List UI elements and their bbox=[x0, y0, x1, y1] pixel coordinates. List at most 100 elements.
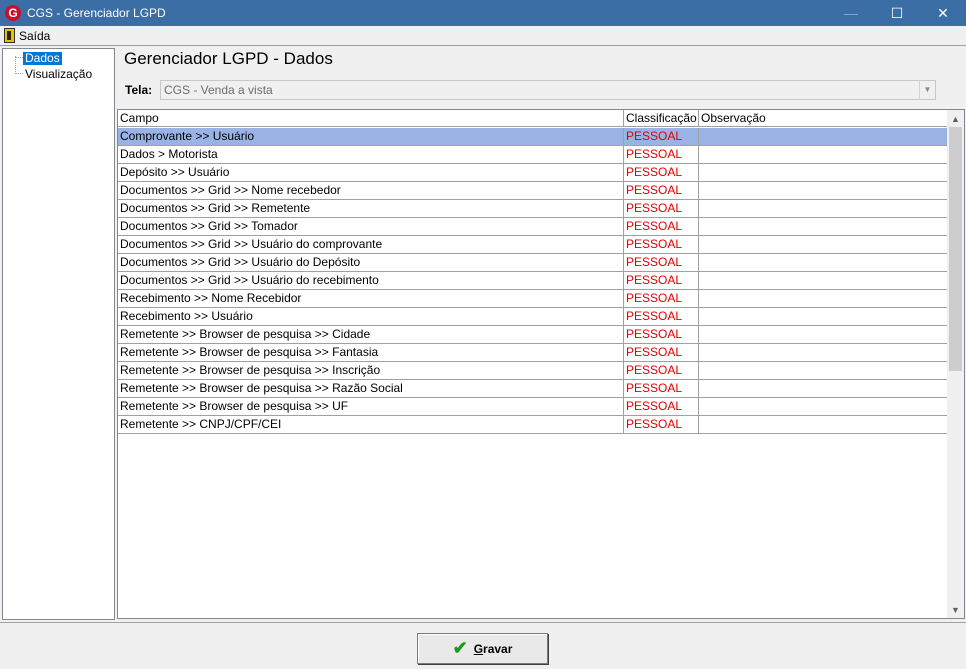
table-row[interactable]: Documentos >> Grid >> Remetente PESSOAL bbox=[118, 200, 948, 218]
cell-campo[interactable]: Recebimento >> Usuário bbox=[118, 308, 624, 325]
cell-observacao[interactable] bbox=[699, 182, 948, 199]
cell-classificacao[interactable]: PESSOAL bbox=[624, 200, 699, 217]
cell-campo[interactable]: Documentos >> Grid >> Nome recebedor bbox=[118, 182, 624, 199]
table-row[interactable]: Comprovante >> Usuário PESSOAL bbox=[118, 128, 948, 146]
cell-observacao[interactable] bbox=[699, 326, 948, 343]
column-header-campo[interactable]: Campo bbox=[118, 110, 624, 127]
maximize-button[interactable]: ☐ bbox=[874, 0, 920, 26]
content-panel: Gerenciador LGPD - Dados Tela: CGS - Ven… bbox=[117, 46, 966, 622]
page-title: Gerenciador LGPD - Dados bbox=[124, 49, 333, 68]
data-grid: Campo Classificação Observação Comprovan… bbox=[117, 109, 965, 619]
cell-observacao[interactable] bbox=[699, 254, 948, 271]
table-row[interactable]: Dados > Motorista PESSOAL bbox=[118, 146, 948, 164]
table-row[interactable]: Remetente >> Browser de pesquisa >> Fant… bbox=[118, 344, 948, 362]
cell-observacao[interactable] bbox=[699, 308, 948, 325]
cell-campo[interactable]: Recebimento >> Nome Recebidor bbox=[118, 290, 624, 307]
cell-observacao[interactable] bbox=[699, 128, 948, 145]
chevron-down-icon[interactable]: ▼ bbox=[919, 81, 935, 99]
cell-observacao[interactable] bbox=[699, 272, 948, 289]
navigation-tree: Dados Visualização bbox=[2, 48, 115, 620]
window-title: CGS - Gerenciador LGPD bbox=[27, 6, 166, 20]
cell-campo[interactable]: Remetente >> Browser de pesquisa >> Insc… bbox=[118, 362, 624, 379]
cell-campo[interactable]: Documentos >> Grid >> Remetente bbox=[118, 200, 624, 217]
table-row[interactable]: Recebimento >> Nome Recebidor PESSOAL bbox=[118, 290, 948, 308]
cell-classificacao[interactable]: PESSOAL bbox=[624, 128, 699, 145]
cell-campo[interactable]: Remetente >> Browser de pesquisa >> Fant… bbox=[118, 344, 624, 361]
cell-classificacao[interactable]: PESSOAL bbox=[624, 236, 699, 253]
table-row[interactable]: Documentos >> Grid >> Nome recebedor PESS… bbox=[118, 182, 948, 200]
app-logo-icon: G bbox=[5, 5, 21, 21]
scroll-down-icon[interactable]: ▼ bbox=[947, 601, 964, 618]
minimize-button[interactable]: — bbox=[828, 0, 874, 26]
vertical-scrollbar[interactable]: ▲ ▼ bbox=[947, 110, 964, 618]
cell-classificacao[interactable]: PESSOAL bbox=[624, 344, 699, 361]
scroll-up-icon[interactable]: ▲ bbox=[947, 110, 964, 127]
main-area: Dados Visualização Gerenciador LGPD - Da… bbox=[0, 45, 966, 669]
tree-connector bbox=[15, 56, 16, 72]
cell-observacao[interactable] bbox=[699, 416, 948, 433]
table-row[interactable]: Documentos >> Grid >> Usuário do recebim… bbox=[118, 272, 948, 290]
cell-campo[interactable]: Depósito >> Usuário bbox=[118, 164, 624, 181]
save-button[interactable]: ✔ Gravar bbox=[417, 633, 548, 664]
column-header-classificacao[interactable]: Classificação bbox=[624, 110, 699, 127]
table-row[interactable]: Depósito >> Usuário PESSOAL bbox=[118, 164, 948, 182]
cell-campo[interactable]: Dados > Motorista bbox=[118, 146, 624, 163]
tree-item-label: Visualização bbox=[25, 66, 93, 81]
scroll-thumb[interactable] bbox=[949, 127, 962, 371]
cell-classificacao[interactable]: PESSOAL bbox=[624, 308, 699, 325]
tela-label: Tela: bbox=[125, 83, 153, 97]
cell-campo[interactable]: Documentos >> Grid >> Usuário do Depósit… bbox=[118, 254, 624, 271]
tree-item-visualizacao[interactable]: Visualização bbox=[23, 67, 94, 81]
cell-observacao[interactable] bbox=[699, 218, 948, 235]
cell-classificacao[interactable]: PESSOAL bbox=[624, 164, 699, 181]
table-row[interactable]: Remetente >> Browser de pesquisa >> Cida… bbox=[118, 326, 948, 344]
cell-classificacao[interactable]: PESSOAL bbox=[624, 146, 699, 163]
cell-classificacao[interactable]: PESSOAL bbox=[624, 290, 699, 307]
cell-observacao[interactable] bbox=[699, 380, 948, 397]
cell-observacao[interactable] bbox=[699, 164, 948, 181]
tree-connector bbox=[15, 57, 23, 58]
cell-observacao[interactable] bbox=[699, 362, 948, 379]
table-row[interactable]: Documentos >> Grid >> Usuário do Depósit… bbox=[118, 254, 948, 272]
cell-classificacao[interactable]: PESSOAL bbox=[624, 182, 699, 199]
cell-campo[interactable]: Remetente >> Browser de pesquisa >> Razã… bbox=[118, 380, 624, 397]
cell-classificacao[interactable]: PESSOAL bbox=[624, 272, 699, 289]
table-row[interactable]: Remetente >> Browser de pesquisa >> Insc… bbox=[118, 362, 948, 380]
cell-observacao[interactable] bbox=[699, 146, 948, 163]
close-button[interactable]: ✕ bbox=[920, 0, 966, 26]
cell-observacao[interactable] bbox=[699, 236, 948, 253]
menu-exit[interactable]: Saída bbox=[0, 26, 54, 45]
menu-exit-label: Saída bbox=[19, 28, 51, 43]
cell-observacao[interactable] bbox=[699, 290, 948, 307]
tree-item-dados[interactable]: Dados bbox=[23, 51, 62, 65]
table-row[interactable]: Documentos >> Grid >> Usuário do comprov… bbox=[118, 236, 948, 254]
table-row[interactable]: Remetente >> Browser de pesquisa >> Razã… bbox=[118, 380, 948, 398]
window-controls: — ☐ ✕ bbox=[828, 0, 966, 26]
cell-classificacao[interactable]: PESSOAL bbox=[624, 326, 699, 343]
cell-campo[interactable]: Documentos >> Grid >> Usuário do recebim… bbox=[118, 272, 624, 289]
cell-campo[interactable]: Remetente >> Browser de pesquisa >> Cida… bbox=[118, 326, 624, 343]
cell-observacao[interactable] bbox=[699, 344, 948, 361]
cell-campo[interactable]: Remetente >> CNPJ/CPF/CEI bbox=[118, 416, 624, 433]
cell-classificacao[interactable]: PESSOAL bbox=[624, 416, 699, 433]
tela-select[interactable]: CGS - Venda a vista ▼ bbox=[160, 80, 936, 100]
cell-campo[interactable]: Documentos >> Grid >> Tomador bbox=[118, 218, 624, 235]
cell-classificacao[interactable]: PESSOAL bbox=[624, 218, 699, 235]
cell-campo[interactable]: Comprovante >> Usuário bbox=[118, 128, 624, 145]
footer-bar: ✔ Gravar bbox=[0, 622, 966, 669]
cell-campo[interactable]: Documentos >> Grid >> Usuário do comprov… bbox=[118, 236, 624, 253]
cell-observacao[interactable] bbox=[699, 398, 948, 415]
cell-classificacao[interactable]: PESSOAL bbox=[624, 254, 699, 271]
cell-observacao[interactable] bbox=[699, 200, 948, 217]
table-row[interactable]: Recebimento >> Usuário PESSOAL bbox=[118, 308, 948, 326]
title-bar: G CGS - Gerenciador LGPD — ☐ ✕ bbox=[0, 0, 966, 26]
cell-campo[interactable]: Remetente >> Browser de pesquisa >> UF bbox=[118, 398, 624, 415]
table-row[interactable]: Remetente >> Browser de pesquisa >> UF PE… bbox=[118, 398, 948, 416]
cell-classificacao[interactable]: PESSOAL bbox=[624, 380, 699, 397]
column-header-observacao[interactable]: Observação bbox=[699, 110, 948, 127]
cell-classificacao[interactable]: PESSOAL bbox=[624, 362, 699, 379]
table-row[interactable]: Remetente >> CNPJ/CPF/CEI PESSOAL bbox=[118, 416, 948, 434]
grid-header: Campo Classificação Observação bbox=[118, 110, 948, 127]
cell-classificacao[interactable]: PESSOAL bbox=[624, 398, 699, 415]
table-row[interactable]: Documentos >> Grid >> Tomador PESSOAL bbox=[118, 218, 948, 236]
